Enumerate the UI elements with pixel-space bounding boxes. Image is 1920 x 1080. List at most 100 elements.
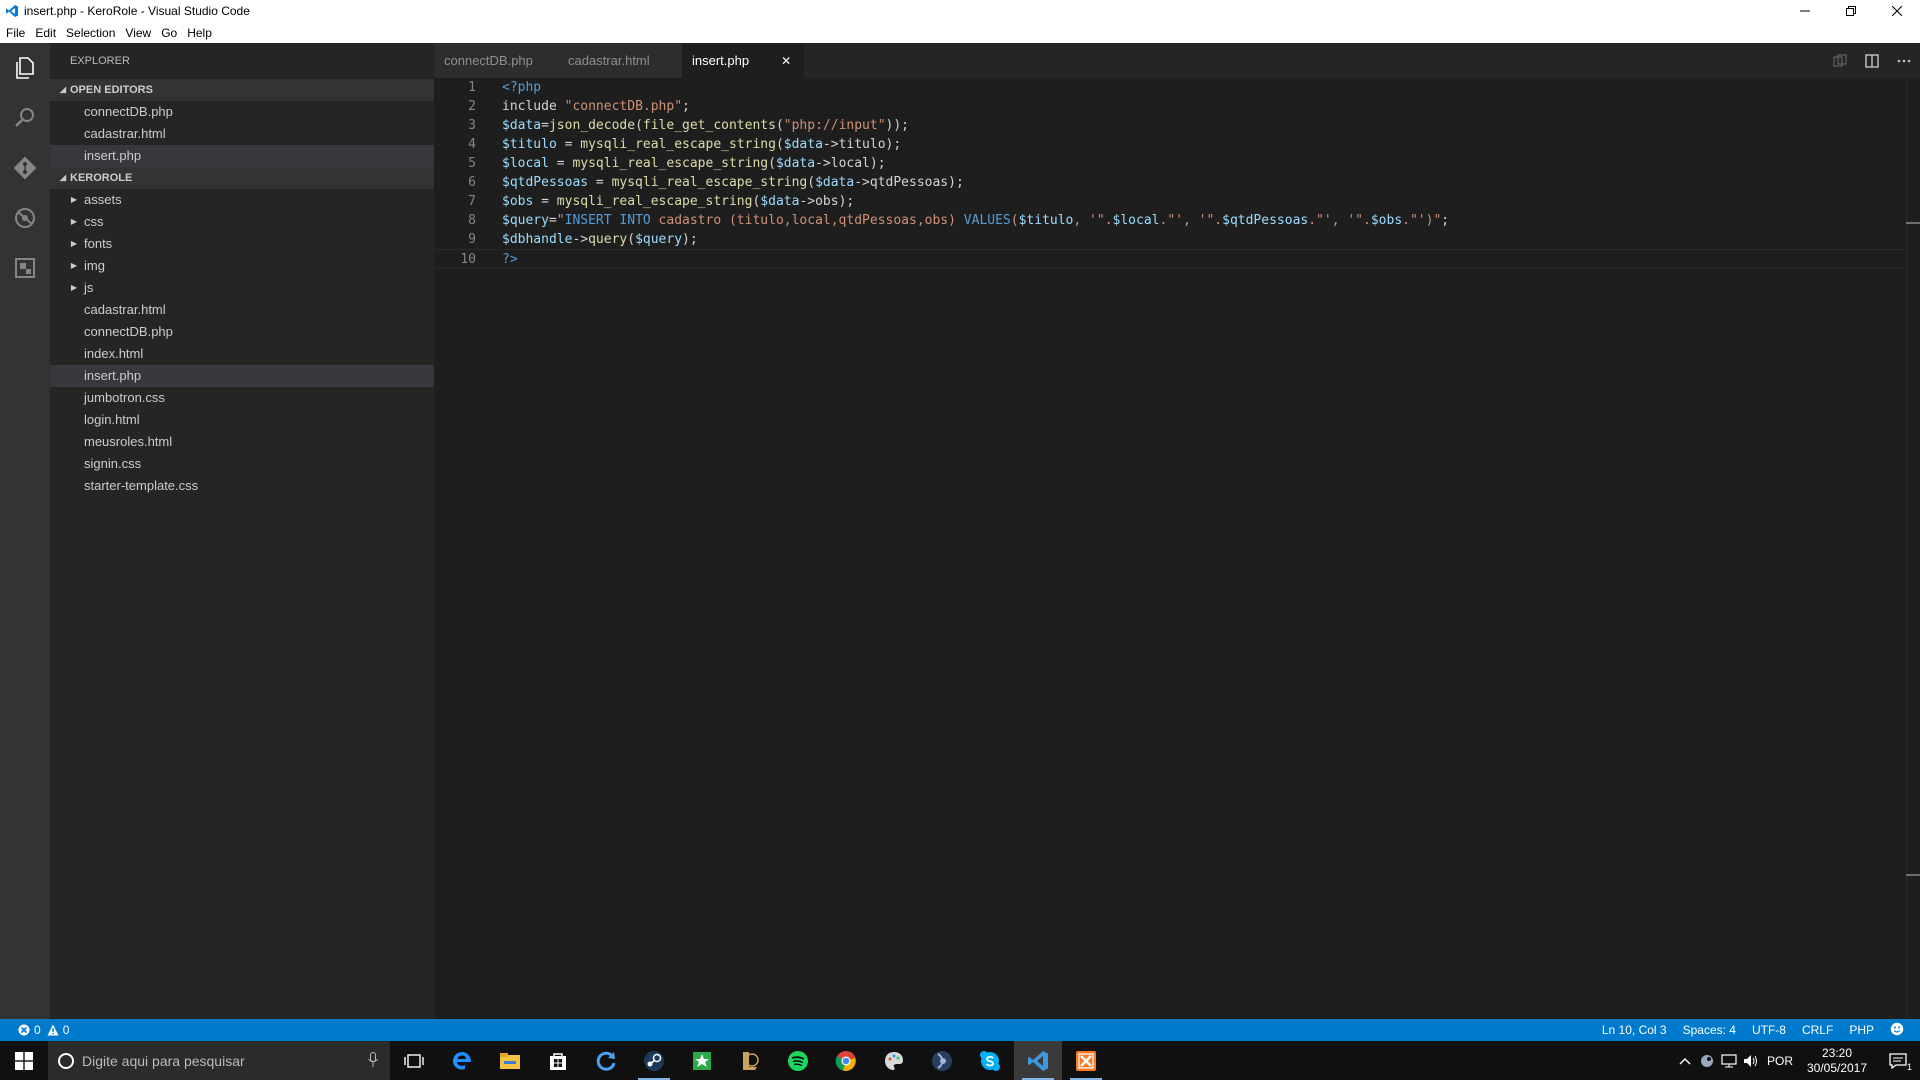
restore-button[interactable] (1828, 0, 1874, 22)
encoding[interactable]: UTF-8 (1752, 1023, 1786, 1037)
code-token: = (533, 194, 557, 209)
windows-start-button[interactable] (0, 1041, 48, 1080)
line-number: 1 (468, 80, 476, 95)
code-text: $qtdPessoas = mysqli_real_escape_string(… (502, 173, 964, 192)
volume-icon[interactable] (1740, 1041, 1762, 1080)
code-line: 8 $query="INSERT INTO cadastro (titulo,lo… (434, 211, 1904, 230)
open-editor-item[interactable]: connectDB.php (50, 101, 434, 123)
code-token: ->titulo); (822, 137, 902, 152)
media-app-icon[interactable] (918, 1041, 966, 1080)
search-icon[interactable] (0, 93, 50, 143)
microphone-icon[interactable] (368, 1052, 378, 1071)
explorer-header: EXPLORER (70, 55, 130, 67)
folder-item[interactable]: ▶ fonts (50, 233, 434, 255)
feedback-smiley-icon[interactable] (1890, 1022, 1904, 1039)
file-item[interactable]: cadastrar.html (50, 299, 434, 321)
notifications-icon[interactable]: 1 (1876, 1041, 1920, 1080)
code-line: 6 $qtdPessoas = mysqli_real_escape_string… (434, 173, 1904, 192)
more-actions-icon[interactable] (1888, 43, 1920, 78)
task-view-icon[interactable] (390, 1041, 438, 1080)
file-explorer-icon[interactable] (486, 1041, 534, 1080)
code-token: ); (682, 232, 698, 247)
tab-insert[interactable]: insert.php ✕ (682, 43, 804, 78)
split-editor-icon[interactable] (1856, 43, 1888, 78)
xampp-icon[interactable] (1062, 1041, 1110, 1080)
warning-count: 0 (62, 1023, 70, 1037)
file-item[interactable]: insert.php (50, 365, 434, 387)
system-clock[interactable]: 23:20 30/05/2017 (1798, 1046, 1876, 1076)
show-hidden-icons-icon[interactable] (1674, 1041, 1696, 1080)
menu-selection[interactable]: Selection (66, 26, 115, 40)
code-text: $dbhandle->query($query); (502, 230, 698, 249)
code-token: $obs (502, 194, 534, 209)
file-item[interactable]: starter-template.css (50, 475, 434, 497)
taskbar-search-box[interactable]: Digite aqui para pesquisar (48, 1041, 390, 1080)
tab-label: insert.php (692, 53, 750, 68)
open-editors-section[interactable]: ◢ OPEN EDITORS (50, 79, 434, 101)
line-number: 5 (468, 156, 476, 171)
collapsed-arrow-icon: ▶ (70, 217, 78, 226)
code-editor[interactable]: 1 <?php 2 include "connectDB.php"; 3 $data=js… (434, 78, 1920, 1019)
source-control-icon[interactable] (0, 143, 50, 193)
code-line: 7 $obs = mysqli_real_escape_string($data-… (434, 192, 1904, 211)
file-item[interactable]: meusroles.html (50, 431, 434, 453)
file-item[interactable]: connectDB.php (50, 321, 434, 343)
folder-item[interactable]: ▶ css (50, 211, 434, 233)
steam-tray-icon[interactable] (1696, 1041, 1718, 1080)
menu-go[interactable]: Go (161, 26, 177, 40)
code-token: $obs (1370, 213, 1403, 228)
vertical-scrollbar[interactable] (1906, 78, 1920, 1019)
tab-connectdb[interactable]: connectDB.php (434, 43, 558, 78)
vscode-taskbar-icon[interactable] (1014, 1041, 1062, 1080)
open-editor-item[interactable]: cadastrar.html (50, 123, 434, 145)
code-token: "php://input" (783, 118, 886, 133)
indentation[interactable]: Spaces: 4 (1683, 1023, 1736, 1037)
code-token: ( (1010, 213, 1019, 228)
open-changes-icon[interactable] (1824, 43, 1856, 78)
store-icon[interactable] (534, 1041, 582, 1080)
file-item[interactable]: index.html (50, 343, 434, 365)
tab-cadastrar[interactable]: cadastrar.html (558, 43, 682, 78)
code-token: $data (775, 156, 816, 171)
file-item[interactable]: login.html (50, 409, 434, 431)
steam-icon[interactable] (630, 1041, 678, 1080)
input-language[interactable]: POR (1762, 1041, 1798, 1080)
menu-edit[interactable]: Edit (35, 26, 56, 40)
folder-item[interactable]: ▶ js (50, 277, 434, 299)
file-item[interactable]: signin.css (50, 453, 434, 475)
line-number: 2 (468, 99, 476, 114)
open-editor-item[interactable]: insert.php (50, 145, 434, 167)
menu-help[interactable]: Help (187, 26, 212, 40)
folder-item[interactable]: ▶ assets (50, 189, 434, 211)
network-icon[interactable] (1718, 1041, 1740, 1080)
debug-icon[interactable] (0, 193, 50, 243)
chrome-icon[interactable] (822, 1041, 870, 1080)
language-mode[interactable]: PHP (1849, 1023, 1874, 1037)
spotify-icon[interactable] (774, 1041, 822, 1080)
folder-item[interactable]: ▶ img (50, 255, 434, 277)
project-section[interactable]: ◢ KEROROLE (50, 167, 434, 189)
code-token: $titulo (1018, 213, 1074, 228)
sync-app-icon[interactable] (582, 1041, 630, 1080)
edge-browser-icon[interactable] (438, 1041, 486, 1080)
error-count: 0 (34, 1023, 41, 1037)
extensions-icon[interactable] (0, 243, 50, 293)
collapsed-arrow-icon: ▶ (70, 261, 78, 270)
close-window-button[interactable] (1874, 0, 1920, 22)
cursor-position[interactable]: Ln 10, Col 3 (1602, 1023, 1667, 1037)
paint-app-icon[interactable] (870, 1041, 918, 1080)
explorer-icon[interactable] (0, 43, 50, 93)
activity-bar (0, 43, 50, 1019)
warning-icon (47, 1024, 59, 1036)
close-tab-icon[interactable]: ✕ (781, 54, 791, 68)
skype-icon[interactable] (966, 1041, 1014, 1080)
menu-view[interactable]: View (125, 26, 151, 40)
league-of-legends-icon[interactable] (726, 1041, 774, 1080)
minimize-button[interactable] (1782, 0, 1828, 22)
problems-indicator[interactable]: 0 0 (0, 1023, 69, 1037)
file-item[interactable]: jumbotron.css (50, 387, 434, 409)
green-app-icon[interactable] (678, 1041, 726, 1080)
code-token: , '". (1073, 213, 1113, 228)
menu-file[interactable]: File (6, 26, 25, 40)
end-of-line[interactable]: CRLF (1802, 1023, 1833, 1037)
